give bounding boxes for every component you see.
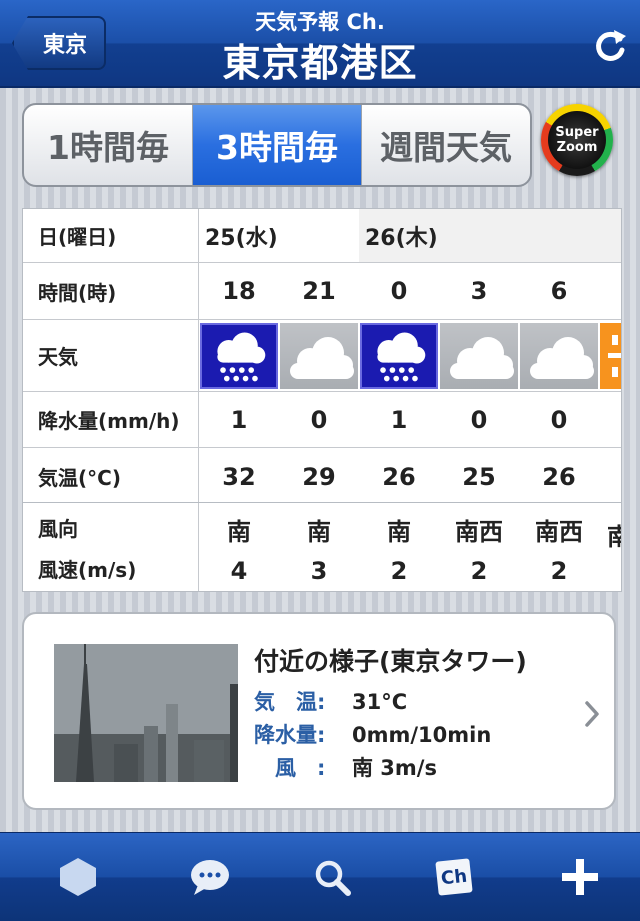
temp-cell: 25 [462,462,496,491]
wind-direction: 南 [227,517,251,546]
precip-cell: 0 [470,405,488,434]
tab-home[interactable] [14,833,142,921]
wind-direction: 南西 [455,517,503,546]
live-wind-row: 風 : 南 3m/s [254,752,437,782]
tab-chat[interactable] [146,833,274,921]
page-title: 東京都港区 [222,41,418,85]
wind-speed: 2 [390,556,408,585]
tab-add[interactable] [516,833,640,921]
superzoom-label-2: Zoom [556,140,598,155]
superzoom-icon: Super Zoom [548,111,606,169]
chevron-right-icon [585,701,599,727]
forecast-interval-selector: 1時間毎 3時間毎 週間天気 [22,103,532,187]
wind-cell: 南 3 [279,503,359,591]
wind-table[interactable]: 風向 風速(m/s) 南 4 南 3 南 2 南西 2 南西 2 南 [22,502,622,592]
time-row: 時間(時) 18 21 0 3 6 [23,263,621,320]
wind-direction: 南 [607,517,621,552]
wind-direction-label: 風向 [38,517,78,541]
wind-cell: 南西 2 [519,503,599,591]
wind-speed: 2 [470,556,488,585]
time-cell: 3 [470,277,488,305]
time-label: 時間(時) [23,263,199,319]
plus-icon [562,859,598,895]
live-camera-card[interactable]: 付近の様子(東京タワー) 気 温: 31°C 降水量: 0mm/10min 風 : 南… [22,612,616,810]
date-row: 日(曜日) 25(水) 26(木) [23,209,621,263]
wind-direction: 南西 [535,517,583,546]
weather-label: 天気 [23,320,199,391]
segment-3hourly[interactable]: 3時間毎 [193,105,362,185]
live-camera-title: 付近の様子(東京タワー) [254,647,527,676]
navigation-bar: 東京 天気予報 Ch. 東京都港区 [0,0,640,88]
date-label: 日(曜日) [23,209,199,262]
precipitation-label: 降水量(mm/h) [23,392,199,447]
superzoom-button[interactable]: Super Zoom [541,104,613,176]
live-wind-key: 風 : [254,756,326,780]
precip-cell: 0 [310,405,328,434]
superzoom-label-1: Super [555,125,599,140]
wind-cell: 南 2 [359,503,439,591]
date-cell-1: 25(水) [199,209,359,262]
wind-speed-label: 風速(m/s) [38,558,137,582]
chat-icon [191,860,229,895]
time-cell: 18 [222,277,256,305]
forecast-table[interactable]: 日(曜日) 25(水) 26(木) 時間(時) 18 21 0 3 6 天気 降… [22,208,622,504]
time-cell: 0 [390,277,408,305]
tab-channel[interactable]: Ch [390,833,518,921]
wind-speed: 4 [230,556,248,585]
temp-cell: 29 [302,462,336,491]
channel-icon: Ch [435,858,473,896]
live-temp-key: 気 温: [254,690,326,714]
temperature-label: 気温(°C) [23,448,199,503]
hexagon-icon [60,858,96,896]
rain-icon [360,323,438,389]
live-wind-value: 南 3m/s [352,756,437,780]
live-precip-key: 降水量: [254,723,326,747]
live-temp-value: 31°C [352,690,408,714]
cloud-icon [280,323,358,389]
time-cell: 21 [302,277,336,305]
live-precip-row: 降水量: 0mm/10min [254,719,491,749]
segment-weekly[interactable]: 週間天気 [362,105,530,185]
weather-row: 天気 [23,320,621,392]
wind-row: 風向 風速(m/s) 南 4 南 3 南 2 南西 2 南西 2 南 [23,503,621,591]
temperature-row: 気温(°C) 32 29 26 25 26 [23,448,621,503]
tab-search[interactable] [268,833,396,921]
precip-cell: 1 [390,405,408,434]
tab-bar: Ch [0,832,640,921]
precipitation-row: 降水量(mm/h) 1 0 1 0 0 [23,392,621,448]
live-precip-value: 0mm/10min [352,723,492,747]
wind-direction: 南 [307,517,331,546]
wind-cell: 南 4 [199,503,279,591]
precip-cell: 0 [550,405,568,434]
wind-speed: 2 [550,556,568,585]
segment-hourly[interactable]: 1時間毎 [24,105,193,185]
rain-icon [200,323,278,389]
camera-thumbnail [54,644,238,782]
refresh-icon[interactable] [590,26,630,66]
wind-cell-partial: 南 [599,503,621,591]
temp-cell: 26 [382,462,416,491]
sun-icon [600,323,621,389]
live-temp-row: 気 温: 31°C [254,686,407,716]
wind-cell: 南西 2 [439,503,519,591]
wind-speed: 3 [310,556,328,585]
date-cell-2: 26(木) [359,209,621,262]
time-cell: 6 [550,277,568,305]
wind-labels: 風向 風速(m/s) [23,503,199,591]
search-icon [315,860,351,896]
cloud-icon [520,323,598,389]
temp-cell: 26 [542,462,576,491]
temp-cell: 32 [222,462,256,491]
precip-cell: 1 [230,405,248,434]
cloud-icon [440,323,518,389]
wind-direction: 南 [387,517,411,546]
